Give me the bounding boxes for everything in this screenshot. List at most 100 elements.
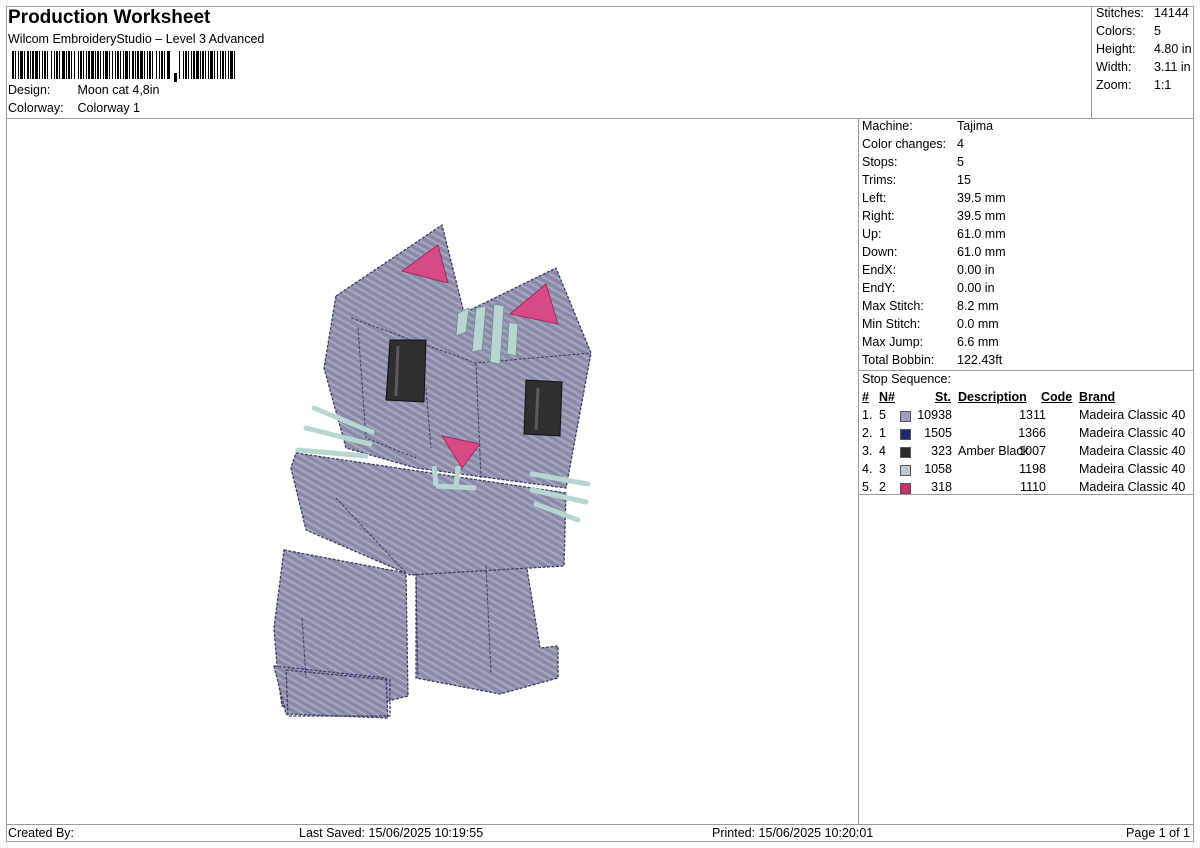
software-subtitle: Wilcom EmbroideryStudio – Level 3 Advanc… (8, 32, 265, 46)
machine-info-label: Left: (862, 191, 887, 205)
machine-info-label: Total Bobbin: (862, 353, 935, 367)
machine-info-label: Max Jump: (862, 335, 924, 349)
stat-label: Height: (1096, 42, 1136, 56)
stop-cell-n: 2 (879, 480, 886, 494)
stop-table-row: 4. 3 1058 1198 Madeira Classic 40 (862, 462, 1192, 480)
color-swatch (900, 483, 911, 494)
stop-cell-brand: Madeira Classic 40 (1079, 426, 1186, 440)
stop-table-row: 3. 4 323 Amber Black 1007 Madeira Classic 40 (862, 444, 1192, 462)
machine-info-value: 6.6 mm (957, 335, 999, 349)
moon-cat-embroidery (273, 223, 592, 719)
stop-cell-st: 318 (931, 480, 952, 494)
machine-info-row: Right: 39.5 mm (862, 209, 1006, 223)
stat-label: Width: (1096, 60, 1132, 74)
machine-info-label: Trims: (862, 173, 897, 187)
stop-table-row: 1. 5 10938 1311 Madeira Classic 40 (862, 408, 1192, 426)
stop-cell-n: 5 (879, 408, 886, 422)
stop-cell-num: 2. (862, 426, 873, 440)
machine-info-label: Color changes: (862, 137, 947, 151)
machine-info-row: Up: 61.0 mm (862, 227, 1006, 241)
stat-label: Zoom: (1096, 78, 1132, 92)
machine-info-label: EndX: (862, 263, 897, 277)
machine-info-label: EndY: (862, 281, 896, 295)
col-n: N# (879, 390, 895, 404)
machine-info-row: Min Stitch: 0.0 mm (862, 317, 999, 331)
color-swatch (900, 429, 911, 440)
stop-cell-code: 1110 (1020, 480, 1046, 494)
color-swatch (900, 411, 911, 422)
machine-info-value: 122.43ft (957, 353, 1003, 367)
stat-row: Stitches: 14144 (1096, 6, 1194, 20)
printed-date: Printed: 15/06/2025 10:20:01 (712, 826, 874, 840)
machine-info-value: 15 (957, 173, 971, 187)
machine-info-value: 61.0 mm (957, 227, 1006, 241)
machine-info-label: Max Stitch: (862, 299, 924, 313)
stat-row: Height: 4.80 in (1096, 42, 1194, 56)
stat-value: 3.11 in (1154, 60, 1191, 74)
stop-cell-brand: Madeira Classic 40 (1079, 480, 1186, 494)
col-st: St. (935, 390, 951, 404)
machine-info-value: 0.00 in (957, 281, 995, 295)
machine-info-label: Down: (862, 245, 898, 259)
stat-row: Colors: 5 (1096, 24, 1194, 38)
stop-cell-st: 1505 (924, 426, 952, 440)
machine-info-label: Min Stitch: (862, 317, 921, 331)
machine-info-label: Machine: (862, 119, 913, 133)
stop-cell-code: 1007 (1018, 444, 1046, 458)
stat-label: Stitches: (1096, 6, 1144, 20)
machine-info-value: 39.5 mm (957, 209, 1006, 223)
stop-cell-num: 4. (862, 462, 873, 476)
last-saved: Last Saved: 15/06/2025 10:19:55 (299, 826, 484, 840)
stat-value: 4.80 in (1154, 42, 1192, 56)
stop-cell-brand: Madeira Classic 40 (1079, 408, 1186, 422)
machine-info-value: 61.0 mm (957, 245, 1006, 259)
stop-cell-num: 5. (862, 480, 873, 494)
stop-cell-code: 1366 (1018, 426, 1046, 440)
colorway-label: Colorway: (8, 101, 64, 115)
design-value: Moon cat 4,8in (77, 83, 160, 97)
stop-cell-st: 1058 (924, 462, 952, 476)
stop-cell-n: 1 (879, 426, 886, 440)
stop-cell-brand: Madeira Classic 40 (1079, 462, 1186, 476)
machine-info-row: Stops: 5 (862, 155, 964, 169)
stop-cell-num: 1. (862, 408, 873, 422)
stop-cell-n: 3 (879, 462, 886, 476)
stop-table-row: 5. 2 318 1110 Madeira Classic 40 (862, 480, 1192, 498)
machine-info-row: EndY: 0.00 in (862, 281, 995, 295)
col-code: Code (1041, 390, 1073, 404)
machine-info-row: Color changes: 4 (862, 137, 964, 151)
worksheet-header: Production Worksheet Wilcom EmbroiderySt… (6, 6, 1092, 118)
stop-table-header: # N# St. Description Code Brand (862, 390, 1192, 408)
stop-cell-code: 1311 (1019, 408, 1046, 422)
info-divider (858, 370, 1194, 371)
page-title: Production Worksheet (8, 7, 211, 28)
machine-info-value: 8.2 mm (957, 299, 999, 313)
canvas-divider (858, 118, 859, 824)
barcode-icon (12, 51, 237, 84)
machine-info-row: Trims: 15 (862, 173, 971, 187)
machine-info-label: Right: (862, 209, 895, 223)
colorway-row: Colorway: Colorway 1 (8, 101, 140, 115)
color-swatch (900, 465, 911, 476)
stats-box: Stitches: 14144 Colors: 5 Height: 4.80 in W… (1091, 6, 1195, 118)
col-num: # (862, 390, 869, 404)
color-swatch (900, 447, 911, 458)
machine-info-row: Machine: Tajima (862, 119, 993, 133)
col-brand: Brand (1079, 390, 1116, 404)
stat-row: Zoom: 1:1 (1096, 78, 1194, 92)
design-preview (6, 118, 858, 824)
worksheet-footer: Created By: Last Saved: 15/06/2025 10:19… (6, 824, 1194, 842)
colorway-value: Colorway 1 (77, 101, 141, 115)
machine-info-value: Tajima (957, 119, 994, 133)
stop-cell-n: 4 (879, 444, 886, 458)
stat-label: Colors: (1096, 24, 1136, 38)
machine-info-value: 4 (957, 137, 964, 151)
stop-cell-code: 1198 (1019, 462, 1046, 476)
col-description: Description (958, 390, 1027, 404)
machine-info-label: Up: (862, 227, 882, 241)
design-label: Design: (8, 83, 51, 97)
stop-cell-st: 323 (931, 444, 952, 458)
machine-info-row: EndX: 0.00 in (862, 263, 995, 277)
stat-value: 14144 (1154, 6, 1189, 20)
page-number: Page 1 of 1 (1126, 826, 1190, 840)
